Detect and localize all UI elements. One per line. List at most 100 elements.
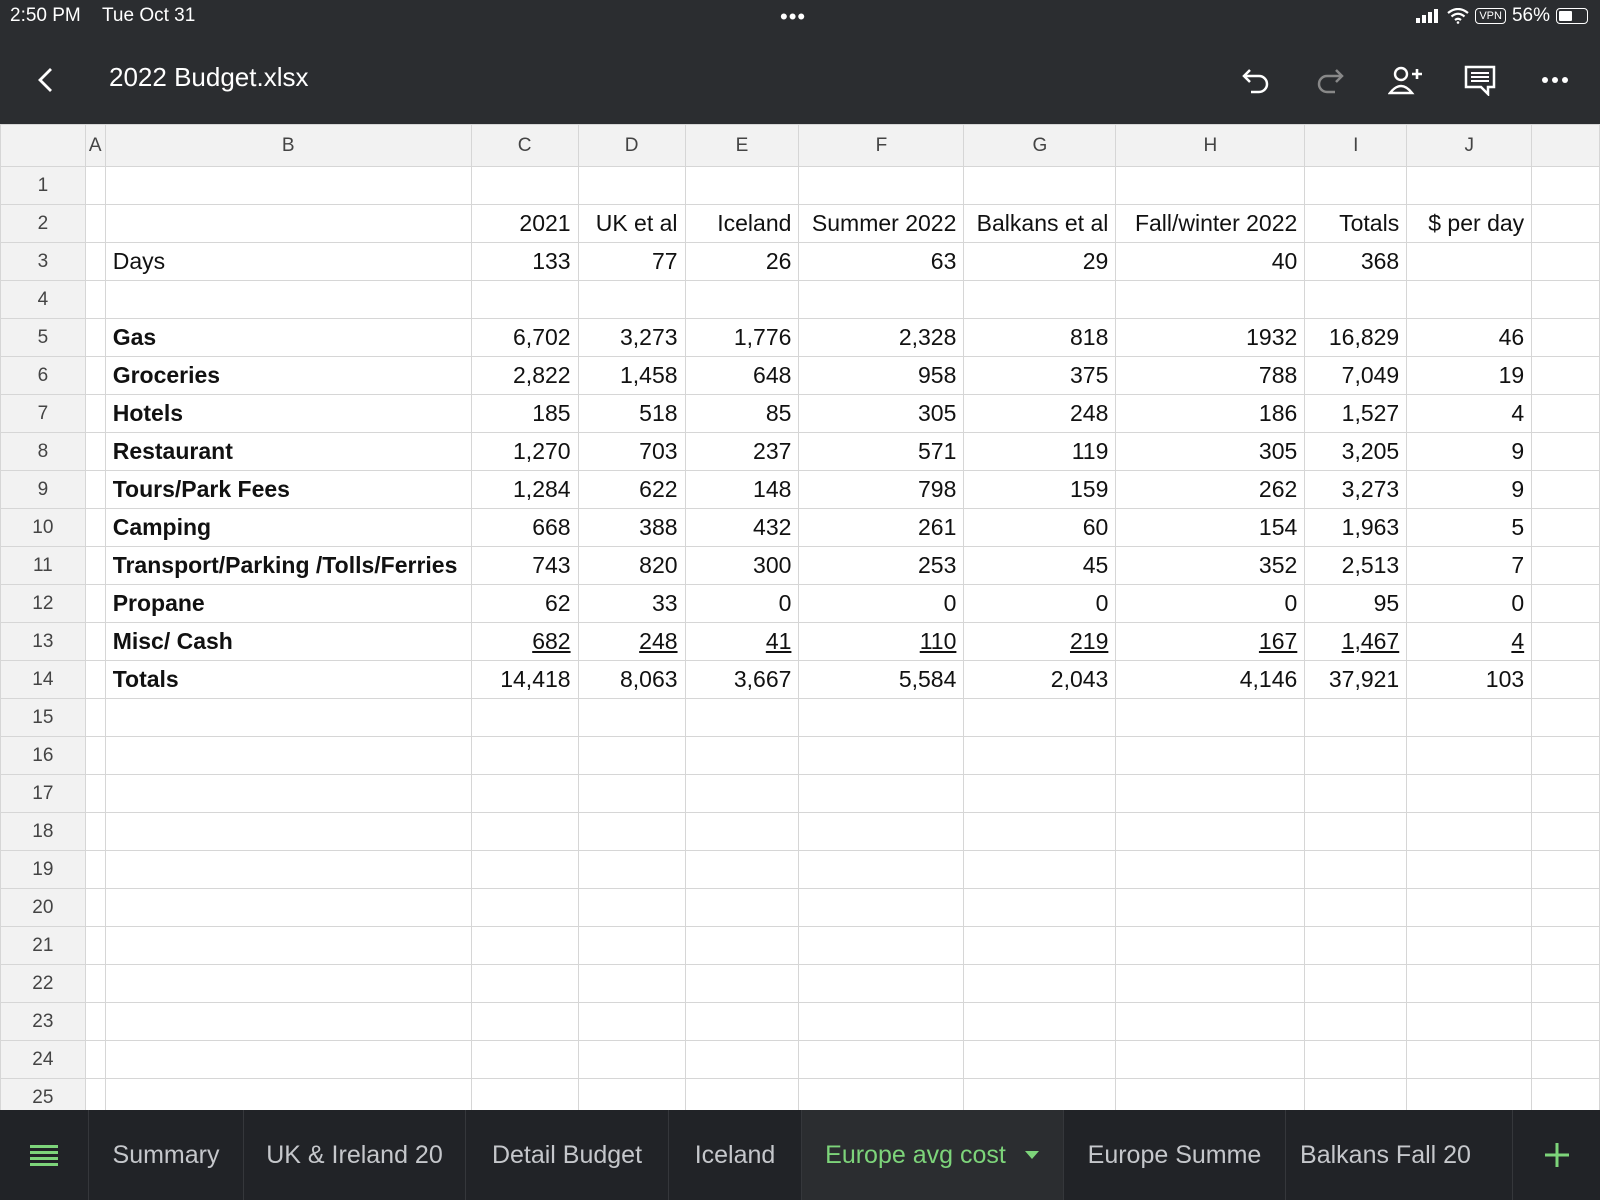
cell-f19[interactable]: [798, 850, 965, 889]
spreadsheet-grid[interactable]: A B C D E F G H I J 1 2 2021 UK et al Iceland Summer 20…: [0, 124, 1600, 1110]
column-header-b[interactable]: B: [104, 124, 472, 167]
row-header[interactable]: 16: [0, 736, 86, 775]
tab-dropdown-icon[interactable]: [1024, 1150, 1040, 1160]
cell-i20[interactable]: [1304, 888, 1408, 927]
redo-icon[interactable]: [1308, 58, 1352, 102]
row-header[interactable]: 24: [0, 1040, 86, 1079]
row-header[interactable]: 19: [0, 850, 86, 889]
cell-j2[interactable]: $ per day: [1406, 204, 1533, 243]
cell-c16[interactable]: [470, 736, 579, 775]
row-header[interactable]: 2: [0, 204, 86, 243]
row-header[interactable]: 23: [0, 1002, 86, 1041]
cell-b1[interactable]: [104, 166, 472, 205]
cell-b17[interactable]: [104, 774, 472, 813]
cell-a8[interactable]: [84, 432, 106, 471]
row-header[interactable]: 12: [0, 584, 86, 623]
multitasking-dots-icon[interactable]: •••: [780, 4, 806, 30]
cell-a6[interactable]: [84, 356, 106, 395]
cell-b24[interactable]: [104, 1040, 472, 1079]
cell-g24[interactable]: [963, 1040, 1117, 1079]
cell-filler[interactable]: [1531, 736, 1600, 775]
cell-j19[interactable]: [1406, 850, 1533, 889]
cell-i17[interactable]: [1304, 774, 1408, 813]
cell-h23[interactable]: [1115, 1002, 1306, 1041]
cell-h12[interactable]: 0: [1115, 584, 1306, 623]
comment-icon[interactable]: [1458, 58, 1502, 102]
cell-a10[interactable]: [84, 508, 106, 547]
row-header[interactable]: 13: [0, 622, 86, 661]
cell-j15[interactable]: [1406, 698, 1533, 737]
cell-a15[interactable]: [84, 698, 106, 737]
cell-i15[interactable]: [1304, 698, 1408, 737]
cell-f25[interactable]: [798, 1078, 965, 1110]
cell-c19[interactable]: [470, 850, 579, 889]
row-header[interactable]: 22: [0, 964, 86, 1003]
cell-i2[interactable]: Totals: [1304, 204, 1408, 243]
cell-i11[interactable]: 2,513: [1304, 546, 1408, 585]
cell-f7[interactable]: 305: [798, 394, 965, 433]
cell-b22[interactable]: [104, 964, 472, 1003]
cell-d22[interactable]: [577, 964, 686, 1003]
cell-a24[interactable]: [84, 1040, 106, 1079]
cell-e23[interactable]: [684, 1002, 800, 1041]
cell-i9[interactable]: 3,273: [1304, 470, 1408, 509]
cell-i3[interactable]: 368: [1304, 242, 1408, 281]
cell-e2[interactable]: Iceland: [684, 204, 800, 243]
cell-filler[interactable]: [1531, 622, 1600, 661]
cell-c25[interactable]: [470, 1078, 579, 1110]
cell-a11[interactable]: [84, 546, 106, 585]
cell-a12[interactable]: [84, 584, 106, 623]
cell-c2[interactable]: 2021: [470, 204, 579, 243]
cell-i10[interactable]: 1,963: [1304, 508, 1408, 547]
cell-g20[interactable]: [963, 888, 1117, 927]
cell-h11[interactable]: 352: [1115, 546, 1306, 585]
cell-j23[interactable]: [1406, 1002, 1533, 1041]
column-header-i[interactable]: I: [1304, 124, 1408, 167]
cell-i23[interactable]: [1304, 1002, 1408, 1041]
cell-b15[interactable]: [104, 698, 472, 737]
cell-b8[interactable]: Restaurant: [104, 432, 472, 471]
cell-h14[interactable]: 4,146: [1115, 660, 1306, 699]
cell-b16[interactable]: [104, 736, 472, 775]
cell-g25[interactable]: [963, 1078, 1117, 1110]
cell-filler[interactable]: [1531, 660, 1600, 699]
back-icon[interactable]: [24, 58, 68, 102]
row-header[interactable]: 25: [0, 1078, 86, 1110]
cell-filler[interactable]: [1531, 1002, 1600, 1041]
sheet-tab[interactable]: Summary: [88, 1110, 243, 1200]
cell-h16[interactable]: [1115, 736, 1306, 775]
cell-i18[interactable]: [1304, 812, 1408, 851]
cell-f3[interactable]: 63: [798, 242, 965, 281]
cell-j12[interactable]: 0: [1406, 584, 1533, 623]
cell-h15[interactable]: [1115, 698, 1306, 737]
cell-c18[interactable]: [470, 812, 579, 851]
cell-j18[interactable]: [1406, 812, 1533, 851]
cell-filler[interactable]: [1531, 888, 1600, 927]
cell-d6[interactable]: 1,458: [577, 356, 686, 395]
cell-i6[interactable]: 7,049: [1304, 356, 1408, 395]
cell-d3[interactable]: 77: [577, 242, 686, 281]
cell-h1[interactable]: [1115, 166, 1306, 205]
cell-f14[interactable]: 5,584: [798, 660, 965, 699]
cell-c5[interactable]: 6,702: [470, 318, 579, 357]
cell-a25[interactable]: [84, 1078, 106, 1110]
cell-b9[interactable]: Tours/Park Fees: [104, 470, 472, 509]
cell-h13[interactable]: 167: [1115, 622, 1306, 661]
cell-filler[interactable]: [1531, 1040, 1600, 1079]
cell-e22[interactable]: [684, 964, 800, 1003]
cell-h6[interactable]: 788: [1115, 356, 1306, 395]
cell-i19[interactable]: [1304, 850, 1408, 889]
cell-f18[interactable]: [798, 812, 965, 851]
row-header[interactable]: 9: [0, 470, 86, 509]
cell-e10[interactable]: 432: [684, 508, 800, 547]
cell-f23[interactable]: [798, 1002, 965, 1041]
cell-j24[interactable]: [1406, 1040, 1533, 1079]
cell-h4[interactable]: [1115, 280, 1306, 319]
cell-j1[interactable]: [1406, 166, 1533, 205]
cell-b18[interactable]: [104, 812, 472, 851]
cell-d23[interactable]: [577, 1002, 686, 1041]
cell-i24[interactable]: [1304, 1040, 1408, 1079]
cell-f22[interactable]: [798, 964, 965, 1003]
cell-d25[interactable]: [577, 1078, 686, 1110]
cell-a20[interactable]: [84, 888, 106, 927]
